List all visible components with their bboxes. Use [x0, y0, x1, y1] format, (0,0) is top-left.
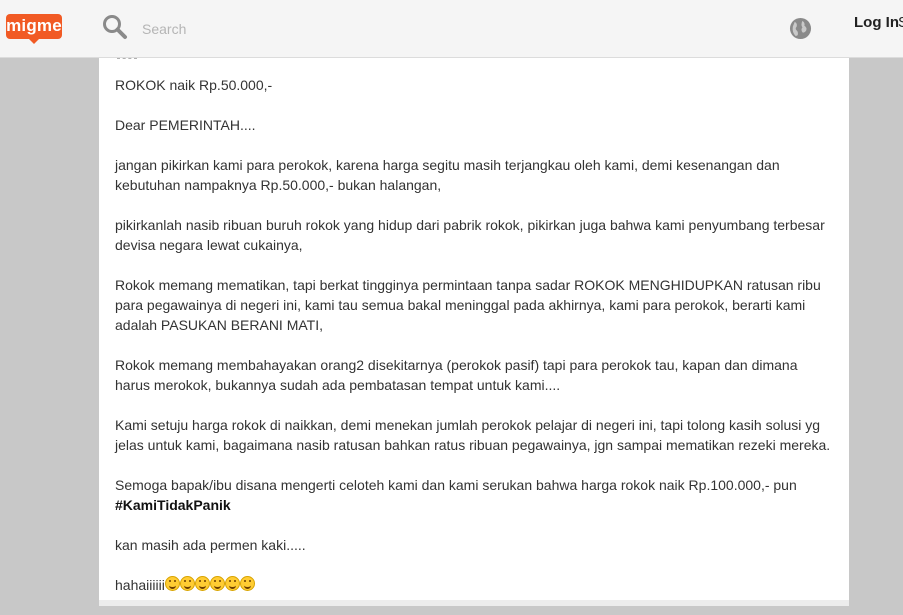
post-content: ROKOK naik Rp.50.000,- Dear PEMERINTAH..… — [115, 75, 835, 615]
grinning-tongue-emoji-icon — [179, 576, 195, 591]
top-navigation-bar: migme Log In S — [0, 0, 903, 58]
smile-emoji-icon — [224, 576, 240, 591]
post-title: ROKOK naik Rp.50.000,- — [115, 77, 273, 93]
grinning-tongue-emoji-icon — [164, 576, 180, 591]
grinning-tongue-emoji-icon — [194, 576, 210, 591]
post-paragraph: Rokok memang mematikan, tapi berkat ting… — [115, 277, 821, 333]
post-greeting: Dear PEMERINTAH.... — [115, 117, 256, 133]
signup-link-partial[interactable]: S — [898, 14, 903, 31]
post-closing: hahaiiiiii — [115, 575, 835, 595]
login-link[interactable]: Log In — [854, 14, 899, 31]
hashtag-link[interactable]: #KamiTidakPanik — [115, 497, 231, 513]
search-input[interactable] — [140, 17, 664, 41]
post-paragraph: Rokok memang membahayakan orang2 disekit… — [115, 357, 798, 393]
smile-emoji-icon — [209, 576, 225, 591]
migme-logo[interactable]: migme — [6, 14, 62, 44]
closing-text: hahaiiiiii — [115, 577, 165, 593]
post-paragraph-with-hashtag: Semoga bapak/ibu disana mengerti celoteh… — [115, 475, 835, 515]
globe-icon[interactable] — [789, 17, 812, 40]
post-paragraph-text: Semoga bapak/ibu disana mengerti celoteh… — [115, 477, 797, 493]
author-avatar-edge — [117, 58, 137, 61]
search-icon[interactable] — [102, 14, 128, 40]
post-card-footer-edge — [99, 600, 849, 606]
post-paragraph: Kami setuju harga rokok di naikkan, demi… — [115, 417, 831, 453]
post-paragraph: jangan pikirkan kami para perokok, karen… — [115, 157, 780, 193]
post-paragraph: pikirkanlah nasib ribuan buruh rokok yan… — [115, 217, 825, 253]
post-paragraph: kan masih ada permen kaki..... — [115, 537, 306, 553]
smile-emoji-icon — [239, 576, 255, 591]
